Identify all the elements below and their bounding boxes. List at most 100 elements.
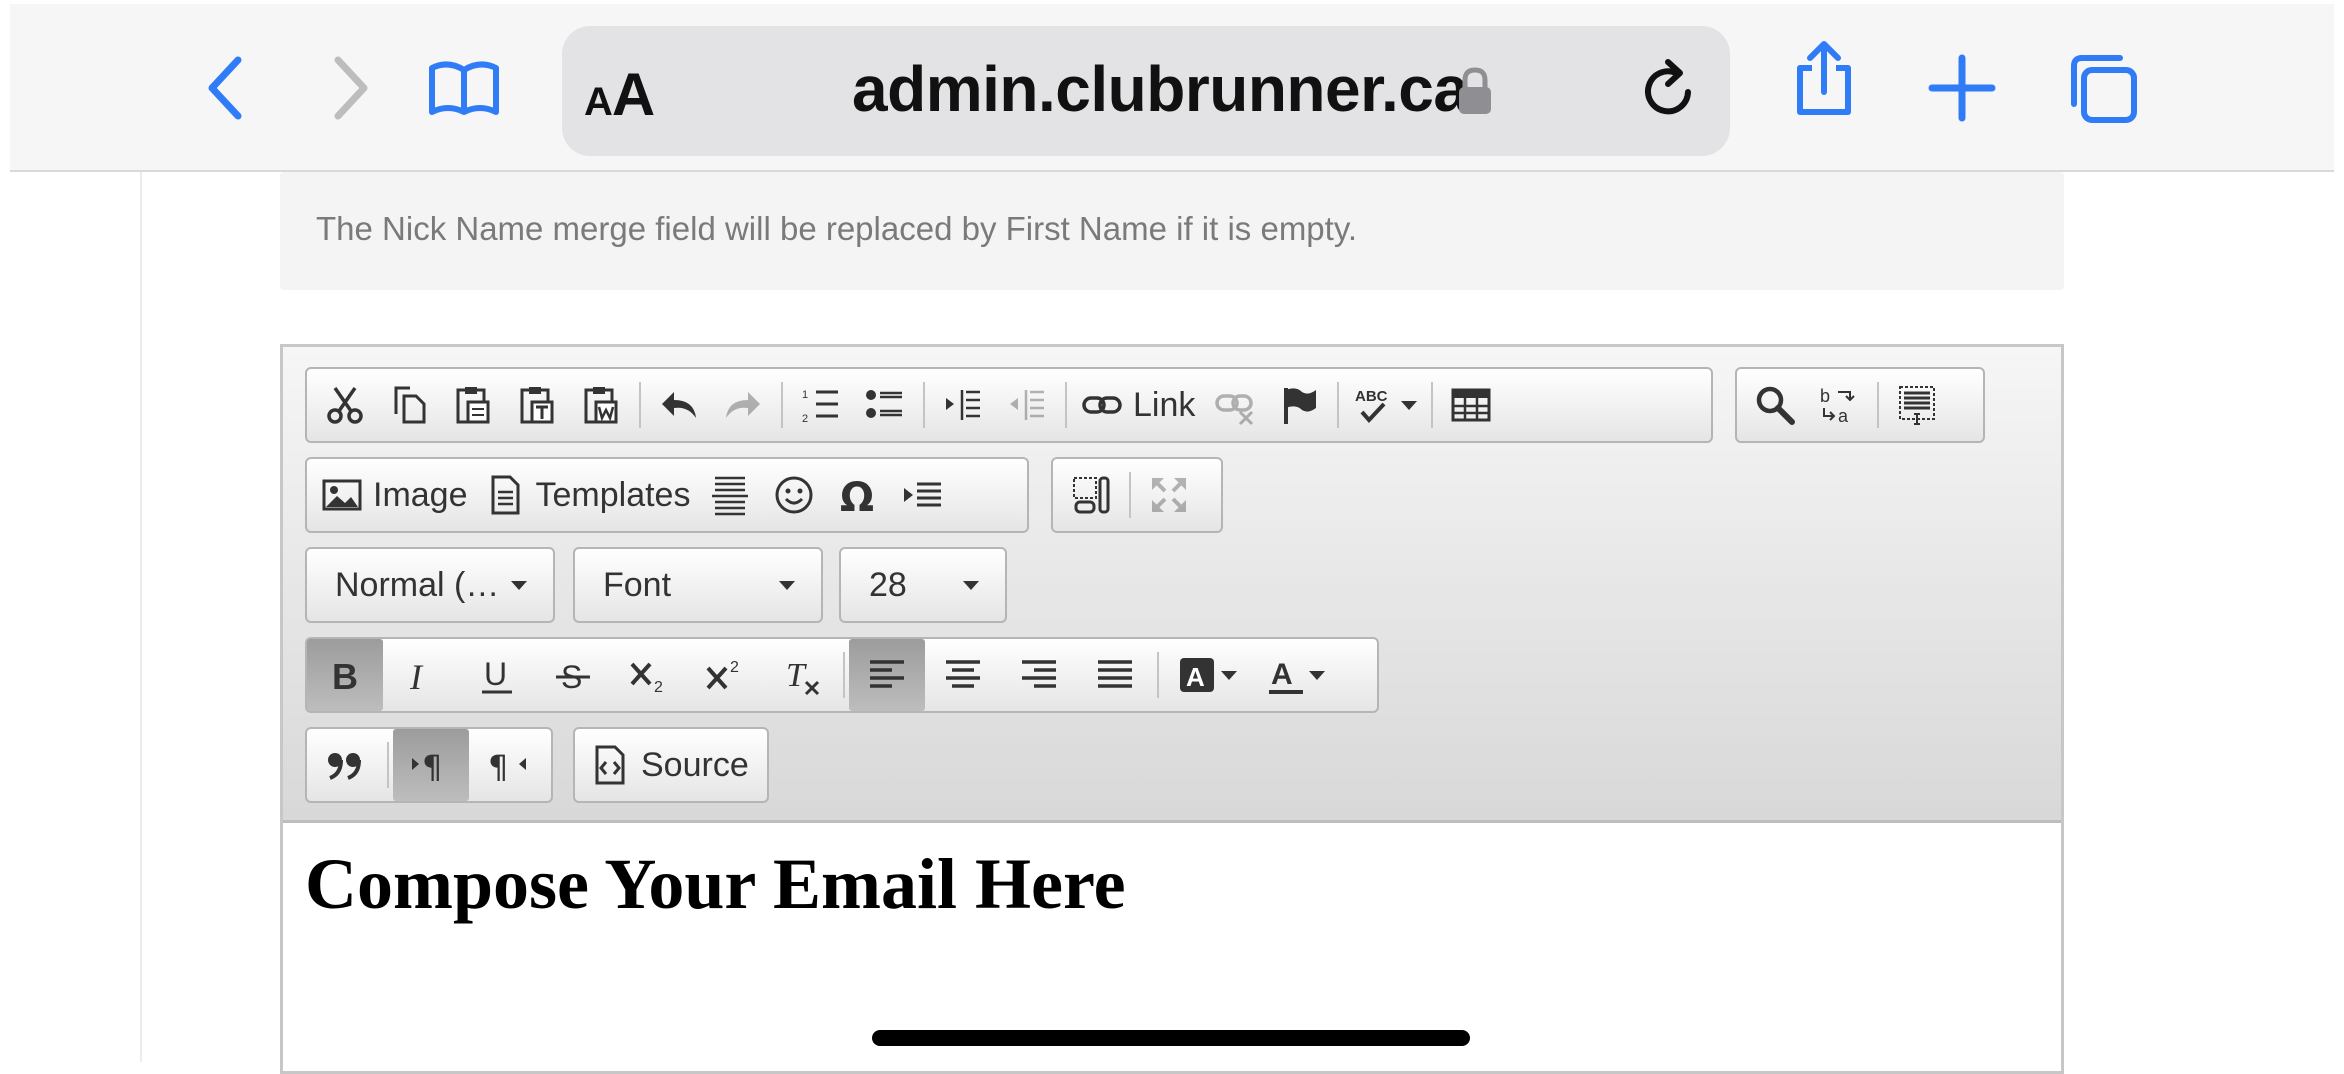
page-break-button[interactable]: [890, 459, 954, 531]
toolbar-separator: [1065, 382, 1067, 428]
paste-word-button[interactable]: [569, 369, 633, 441]
remove-format-button[interactable]: T: [763, 639, 839, 711]
svg-text:ABC: ABC: [1355, 388, 1388, 405]
align-left-button[interactable]: [849, 639, 925, 711]
unlink-icon: [1215, 394, 1254, 426]
quote-icon: [328, 753, 361, 780]
toolbar-separator: [639, 382, 641, 428]
strikethrough-button[interactable]: S: [535, 639, 611, 711]
text-size-button[interactable]: AA: [584, 60, 655, 129]
svg-text:A: A: [1271, 658, 1293, 691]
toolbar-separator: [1129, 472, 1131, 518]
font-select[interactable]: Font: [573, 547, 823, 623]
source-button[interactable]: Source: [581, 729, 757, 801]
align-right-button[interactable]: [1001, 639, 1077, 711]
toolbar-separator: [1157, 652, 1159, 698]
background-color-button[interactable]: A: [1163, 639, 1251, 711]
show-blocks-icon: [1073, 476, 1110, 514]
underline-button[interactable]: U: [459, 639, 535, 711]
superscript-button[interactable]: 2: [687, 639, 763, 711]
rich-text-editor: 12 Link ABC b a Image Templates Ω Normal…: [280, 344, 2064, 1074]
blockquote-button[interactable]: [307, 729, 383, 801]
toolbar-separator: [843, 652, 845, 698]
editor-heading[interactable]: Compose Your Email Here: [305, 843, 1126, 926]
share-icon: [1797, 41, 1851, 115]
remove-format-icon: T: [786, 657, 820, 696]
svg-text:¶: ¶: [422, 748, 442, 786]
align-center-button[interactable]: [925, 639, 1001, 711]
smiley-icon: [775, 476, 813, 514]
justify-button[interactable]: [1077, 639, 1153, 711]
templates-label: Templates: [535, 475, 691, 514]
toolbar-separator: [1337, 382, 1340, 428]
ltr-button[interactable]: ¶: [393, 729, 469, 801]
outdent-button[interactable]: [995, 369, 1059, 441]
horizontal-rule-button[interactable]: [698, 459, 762, 531]
bulleted-list-button[interactable]: [853, 369, 917, 441]
image-button[interactable]: Image: [313, 459, 476, 531]
toolbar-group-source: Source: [573, 727, 769, 803]
url-text: admin.clubrunner.ca: [852, 53, 1469, 125]
select-all-button[interactable]: [1885, 369, 1949, 441]
svg-text:A: A: [1186, 662, 1205, 692]
bold-button[interactable]: B: [307, 639, 383, 711]
subscript-button[interactable]: 2: [611, 639, 687, 711]
toolbar-group-insert: Image Templates Ω: [305, 457, 1029, 533]
svg-text:B: B: [332, 656, 358, 696]
text-color-button[interactable]: A: [1251, 639, 1339, 711]
lock-icon: [1459, 67, 1491, 114]
table-button[interactable]: [1439, 369, 1503, 441]
home-indicator: [872, 1030, 1470, 1046]
italic-button[interactable]: I: [383, 639, 459, 711]
document-icon: [491, 475, 519, 515]
share-button[interactable]: [1786, 40, 1862, 116]
maximize-button[interactable]: [1137, 459, 1201, 531]
new-tab-button[interactable]: [1924, 50, 2000, 126]
chevron-down-icon: [1221, 670, 1237, 680]
reload-icon[interactable]: [1632, 56, 1704, 128]
page-break-icon: [904, 482, 942, 507]
paste-text-button[interactable]: [505, 369, 569, 441]
anchor-button[interactable]: [1267, 369, 1331, 441]
address-bar[interactable]: AA admin.clubrunner.ca: [562, 26, 1730, 156]
chevron-down-icon: [779, 580, 795, 590]
forward-icon: [334, 56, 368, 120]
redo-button[interactable]: [711, 369, 775, 441]
chevron-down-icon: [511, 580, 527, 590]
superscript-icon: 2: [706, 659, 739, 690]
svg-text:U: U: [484, 656, 507, 692]
indent-button[interactable]: [931, 369, 995, 441]
tabs-button[interactable]: [2064, 50, 2140, 126]
back-button[interactable]: [190, 50, 266, 126]
copy-button[interactable]: [377, 369, 441, 441]
undo-button[interactable]: [647, 369, 711, 441]
forward-button[interactable]: [310, 50, 386, 126]
svg-text:¶: ¶: [488, 748, 508, 786]
svg-text:2: 2: [654, 679, 663, 696]
unlink-button[interactable]: [1203, 369, 1267, 441]
subscript-icon: 2: [630, 662, 663, 696]
toolbar-separator: [1877, 382, 1879, 428]
show-blocks-button[interactable]: [1059, 459, 1123, 531]
format-value: Normal (…: [335, 565, 500, 604]
bookmarks-button[interactable]: [426, 50, 502, 126]
text-direction-ltr-icon: ¶: [412, 748, 442, 786]
find-button[interactable]: [1743, 369, 1807, 441]
numbered-list-button[interactable]: 12: [789, 369, 853, 441]
merge-field-notice: The Nick Name merge field will be replac…: [280, 172, 2064, 290]
cut-button[interactable]: [313, 369, 377, 441]
tabs-icon: [2071, 55, 2137, 123]
outdent-icon: [1010, 390, 1044, 420]
horizontal-rule-icon: [712, 476, 749, 516]
replace-button[interactable]: ba: [1807, 369, 1871, 441]
format-select[interactable]: Normal (…: [305, 547, 555, 623]
toolbar-separator: [387, 742, 389, 788]
rtl-button[interactable]: ¶: [469, 729, 545, 801]
paste-button[interactable]: [441, 369, 505, 441]
spellcheck-button[interactable]: ABC: [1345, 369, 1425, 441]
special-char-button[interactable]: Ω: [826, 459, 890, 531]
smiley-button[interactable]: [762, 459, 826, 531]
link-button[interactable]: Link: [1073, 369, 1203, 441]
templates-button[interactable]: Templates: [476, 459, 699, 531]
font-size-select[interactable]: 28: [839, 547, 1007, 623]
